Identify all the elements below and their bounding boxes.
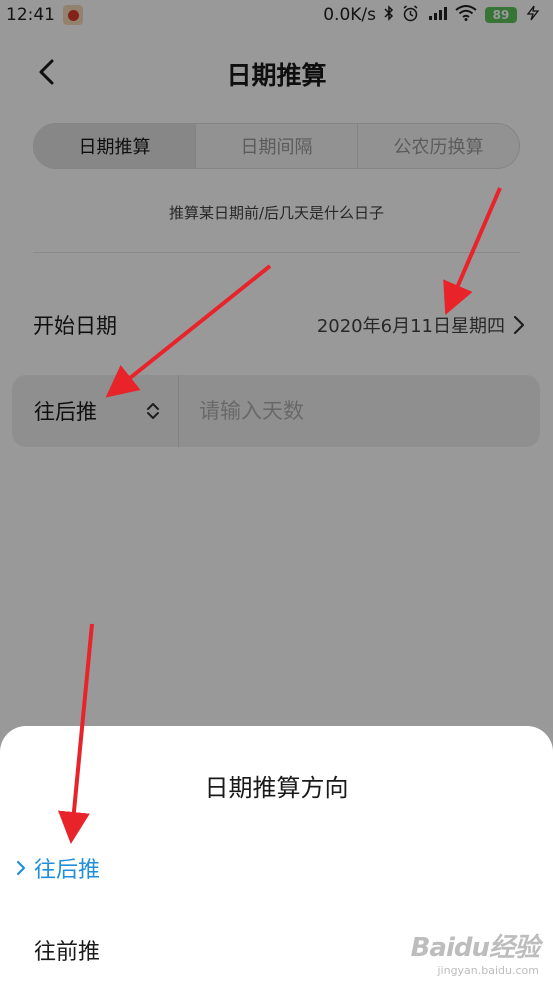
direction-bottom-sheet: 日期推算方向 往后推 往前推 Baidu经验 jingyan.baidu.com [0,726,553,989]
sheet-title: 日期推算方向 [204,774,349,802]
option-backward-label: 往前推 [34,940,101,965]
check-chevron-icon [16,860,26,876]
option-forward-label: 往后推 [34,858,101,883]
watermark-url: jingyan.baidu.com [437,964,539,977]
watermark-logo: Baidu经验 [410,933,540,963]
option-forward[interactable]: 往后推 [0,840,553,896]
watermark: Baidu经验 jingyan.baidu.com [410,927,540,977]
